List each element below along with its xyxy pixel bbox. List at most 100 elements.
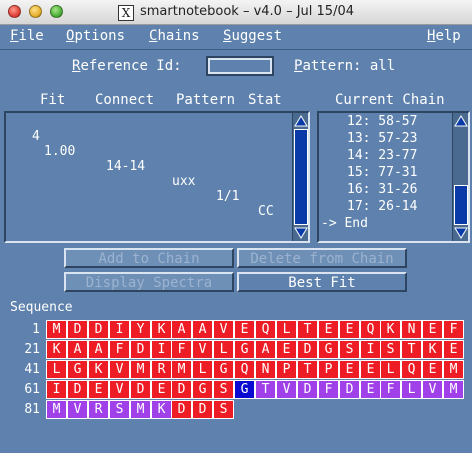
residue-cell[interactable]: E <box>88 380 109 399</box>
residue-cell[interactable]: R <box>88 400 109 419</box>
residue-cell[interactable]: K <box>88 360 109 379</box>
scroll-up-icon[interactable] <box>454 114 468 128</box>
residue-cell[interactable]: D <box>171 400 192 419</box>
residue-cell[interactable]: V <box>276 380 297 399</box>
chain-item[interactable]: 13: 57-23 <box>347 131 417 146</box>
chain-item[interactable]: 16: 31-26 <box>347 182 417 197</box>
residue-cell[interactable]: D <box>130 380 151 399</box>
residue-cell[interactable]: I <box>109 320 130 339</box>
residue-cell[interactable]: I <box>151 340 172 359</box>
residue-cell[interactable]: D <box>297 380 318 399</box>
residue-cell[interactable]: V <box>109 380 130 399</box>
residue-cell[interactable]: E <box>443 340 464 359</box>
residue-cell[interactable]: L <box>401 380 422 399</box>
residue-cell[interactable]: F <box>109 340 130 359</box>
residue-cell[interactable]: G <box>213 360 234 379</box>
residue-cell[interactable]: D <box>339 380 360 399</box>
residue-cell[interactable]: M <box>443 380 464 399</box>
residue-cell[interactable]: G <box>318 340 339 359</box>
residue-cell[interactable]: A <box>88 340 109 359</box>
residue-cell[interactable]: V <box>192 340 213 359</box>
residue-cell[interactable]: D <box>130 340 151 359</box>
residue-cell[interactable]: G <box>234 380 255 399</box>
residue-cell[interactable]: L <box>192 360 213 379</box>
chain-item[interactable]: 12: 58-57 <box>347 114 417 129</box>
residue-cell[interactable]: E <box>318 320 339 339</box>
residue-cell[interactable]: V <box>109 360 130 379</box>
residue-cell[interactable]: D <box>192 400 213 419</box>
residue-cell[interactable]: M <box>130 360 151 379</box>
residue-cell[interactable]: L <box>46 360 67 379</box>
residue-cell[interactable]: A <box>171 320 192 339</box>
residue-cell[interactable]: T <box>255 380 276 399</box>
scroll-thumb[interactable] <box>454 185 468 225</box>
residue-cell[interactable]: E <box>234 320 255 339</box>
residue-cell[interactable]: S <box>380 340 401 359</box>
menu-file[interactable]: File <box>10 28 44 44</box>
residue-cell[interactable]: L <box>380 360 401 379</box>
residue-cell[interactable]: M <box>46 320 67 339</box>
residue-cell[interactable]: Q <box>401 360 422 379</box>
residue-cell[interactable]: S <box>213 380 234 399</box>
residue-cell[interactable]: E <box>339 320 360 339</box>
residue-cell[interactable]: Y <box>130 320 151 339</box>
residue-cell[interactable]: E <box>422 320 443 339</box>
residue-cell[interactable]: G <box>192 380 213 399</box>
residue-cell[interactable]: S <box>339 340 360 359</box>
residue-cell[interactable]: A <box>192 320 213 339</box>
residue-cell[interactable]: F <box>171 340 192 359</box>
residue-cell[interactable]: Q <box>255 320 276 339</box>
residue-cell[interactable]: I <box>46 380 67 399</box>
scroll-down-icon[interactable] <box>454 226 468 240</box>
fit-list-scrollbar[interactable] <box>292 113 308 241</box>
residue-cell[interactable]: D <box>171 380 192 399</box>
residue-cell[interactable]: P <box>276 360 297 379</box>
fit-row[interactable]: 4 1.00 14-14 uxx 1/1 CC <box>6 114 292 219</box>
residue-cell[interactable]: E <box>422 360 443 379</box>
chain-list-scrollbar[interactable] <box>452 113 468 241</box>
residue-cell[interactable]: P <box>318 360 339 379</box>
residue-cell[interactable]: T <box>297 320 318 339</box>
scroll-down-icon[interactable] <box>294 226 308 240</box>
residue-cell[interactable]: D <box>297 340 318 359</box>
residue-cell[interactable]: E <box>360 380 381 399</box>
residue-cell[interactable]: D <box>67 320 88 339</box>
add-to-chain-button[interactable]: Add to Chain <box>64 248 234 268</box>
residue-cell[interactable]: V <box>67 400 88 419</box>
scroll-up-icon[interactable] <box>294 114 308 128</box>
chain-item[interactable]: 14: 23-77 <box>347 148 417 163</box>
residue-cell[interactable]: F <box>443 320 464 339</box>
menu-options[interactable]: Options <box>66 28 125 44</box>
chain-end-item[interactable]: -> End <box>321 216 368 231</box>
residue-cell[interactable]: Q <box>360 320 381 339</box>
residue-cell[interactable]: E <box>276 340 297 359</box>
residue-cell[interactable]: K <box>46 340 67 359</box>
fit-list[interactable]: 4 1.00 14-14 uxx 1/1 CC <box>4 111 310 243</box>
chain-item[interactable]: 15: 77-31 <box>347 165 417 180</box>
residue-cell[interactable]: A <box>67 340 88 359</box>
delete-from-chain-button[interactable]: Delete from Chain <box>237 248 407 268</box>
residue-cell[interactable]: S <box>213 400 234 419</box>
residue-cell[interactable]: M <box>130 400 151 419</box>
residue-cell[interactable]: F <box>318 380 339 399</box>
residue-cell[interactable]: D <box>67 380 88 399</box>
residue-cell[interactable]: I <box>360 340 381 359</box>
residue-cell[interactable]: G <box>234 340 255 359</box>
residue-cell[interactable]: R <box>151 360 172 379</box>
residue-cell[interactable]: M <box>443 360 464 379</box>
residue-cell[interactable]: E <box>151 380 172 399</box>
menu-suggest[interactable]: Suggest <box>223 28 282 44</box>
menu-help[interactable]: Help <box>427 28 461 44</box>
residue-cell[interactable]: M <box>171 360 192 379</box>
residue-cell[interactable]: L <box>276 320 297 339</box>
display-spectra-button[interactable]: Display Spectra <box>64 272 234 292</box>
residue-cell[interactable]: K <box>151 320 172 339</box>
residue-cell[interactable]: E <box>339 360 360 379</box>
residue-cell[interactable]: T <box>297 360 318 379</box>
chain-item[interactable]: 17: 26-14 <box>347 199 417 214</box>
current-chain-list[interactable]: 12: 58-57 13: 57-23 14: 23-77 15: 77-31 … <box>317 111 470 243</box>
residue-cell[interactable]: K <box>422 340 443 359</box>
residue-cell[interactable]: S <box>109 400 130 419</box>
residue-cell[interactable]: G <box>67 360 88 379</box>
residue-cell[interactable]: A <box>255 340 276 359</box>
